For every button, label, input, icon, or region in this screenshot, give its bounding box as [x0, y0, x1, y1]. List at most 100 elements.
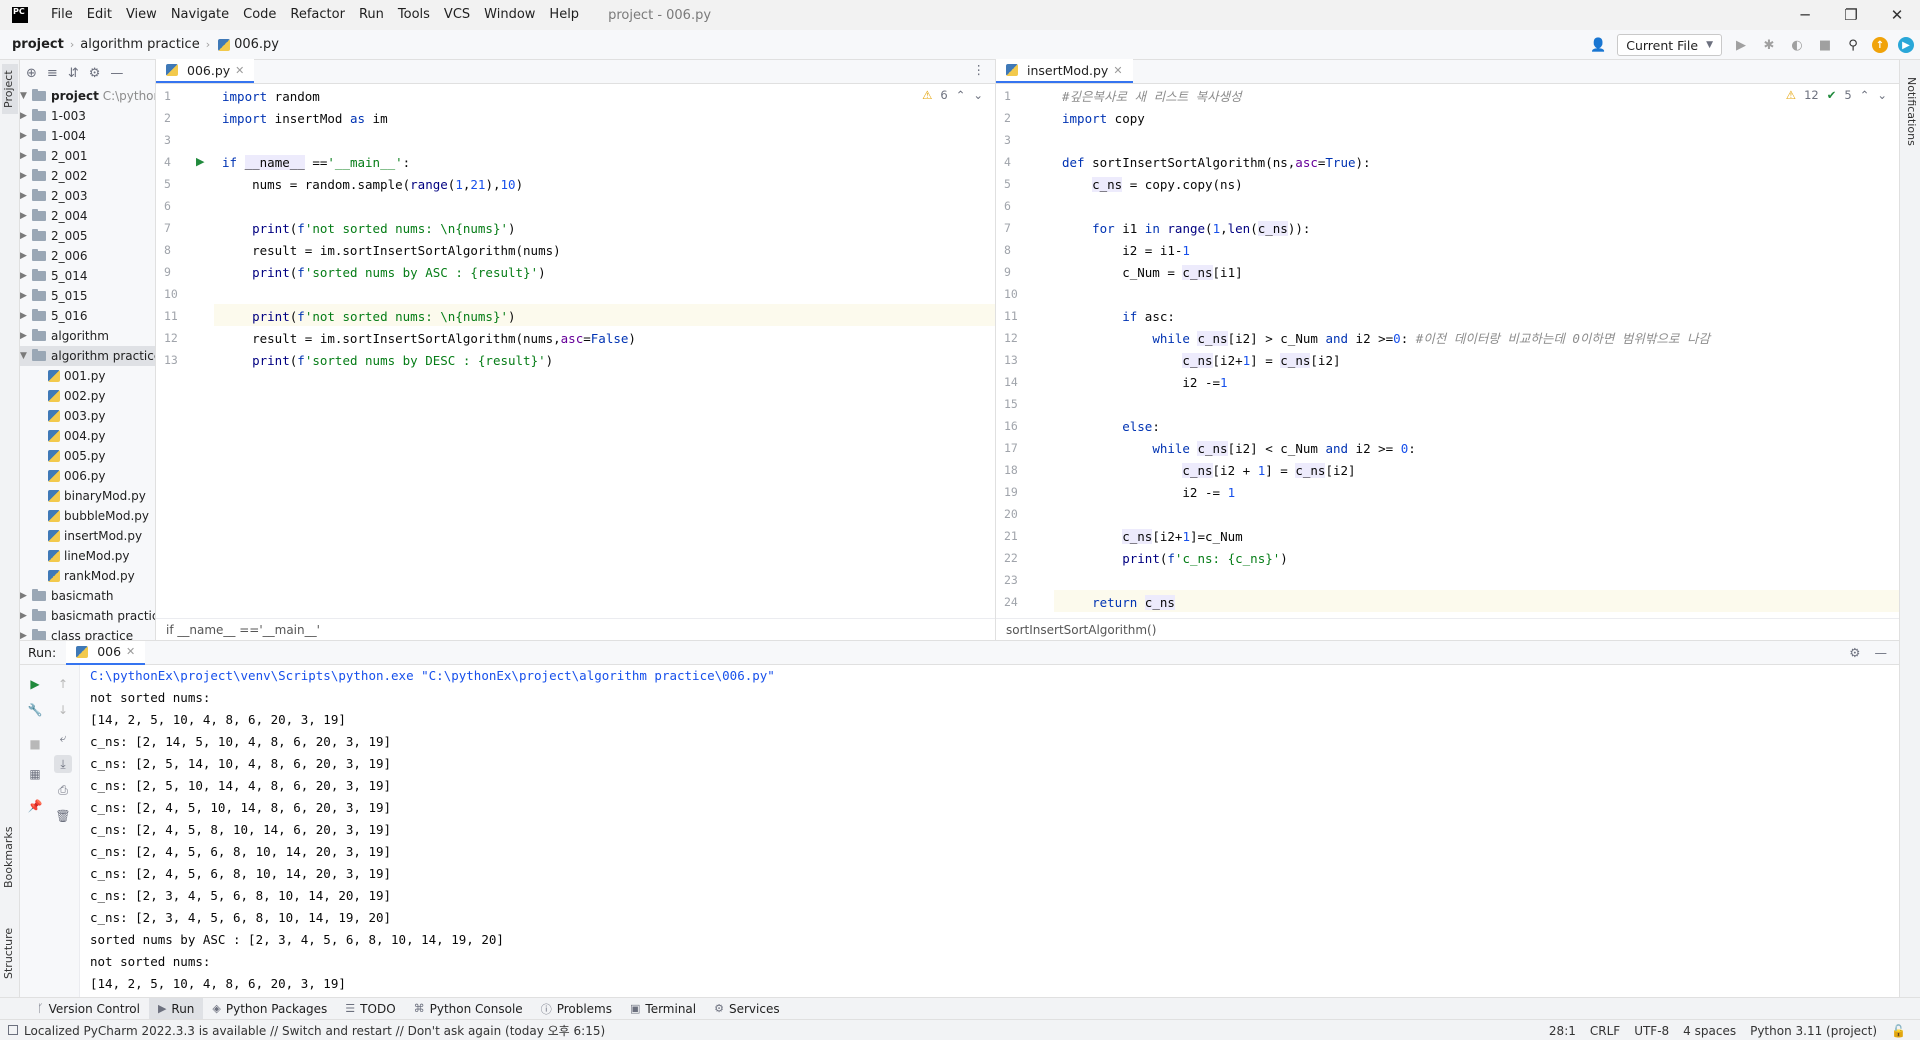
run-icon[interactable]: ▶	[1732, 36, 1750, 54]
tab-python-packages[interactable]: ◈ Python Packages	[203, 998, 336, 1020]
trash-icon[interactable]: 🗑	[54, 807, 72, 825]
code-line[interactable]: i2 = i1-1	[1062, 240, 1190, 262]
tab-services[interactable]: ⚙ Services	[705, 998, 788, 1020]
menu-navigate[interactable]: Navigate	[164, 0, 236, 30]
chevron-down-icon[interactable]: ⌄	[973, 88, 983, 102]
code-line[interactable]: while c_ns[i2] < c_Num and i2 >= 0:	[1062, 438, 1416, 460]
code-line[interactable]: import random	[222, 86, 320, 108]
chevron-up-icon[interactable]: ⌃	[1860, 88, 1870, 102]
tab-todo[interactable]: ☰ TODO	[336, 998, 404, 1020]
tree-file[interactable]: 001.py	[20, 366, 155, 386]
code-line[interactable]: print(f'sorted nums by ASC : {result}')	[222, 262, 546, 284]
editor-left-breadcrumb[interactable]: if __name__ =='__main__'	[156, 618, 995, 640]
print-icon[interactable]: ⎙	[54, 781, 72, 799]
code-line[interactable]: import insertMod as im	[222, 108, 388, 130]
tab-insertmod-py[interactable]: insertMod.py ✕	[996, 59, 1133, 83]
arrow-up-icon[interactable]: ↑	[54, 675, 72, 693]
code-line[interactable]: result = im.sortInsertSortAlgorithm(nums…	[222, 240, 561, 262]
chevron-up-icon[interactable]: ⌃	[956, 88, 966, 102]
code-line[interactable]: nums = random.sample(range(1,21),10)	[222, 174, 523, 196]
notifications-tool-tab[interactable]: Notifications	[1902, 68, 1918, 154]
python-interpreter[interactable]: Python 3.11 (project)	[1750, 1024, 1877, 1038]
tree-folder[interactable]: ▶ 5_016	[20, 306, 155, 326]
tree-file[interactable]: insertMod.py	[20, 526, 155, 546]
menu-view[interactable]: View	[119, 0, 164, 30]
tree-file[interactable]: lineMod.py	[20, 546, 155, 566]
collapse-all-icon[interactable]: ⇵	[68, 66, 79, 81]
tree-file[interactable]: 003.py	[20, 406, 155, 426]
bookmarks-tool-tab[interactable]: Bookmarks	[2, 824, 18, 890]
more-tabs-icon[interactable]: ⋮	[973, 59, 996, 83]
tab-terminal[interactable]: ▣ Terminal	[621, 998, 705, 1020]
menu-run[interactable]: Run	[352, 0, 391, 30]
menu-window[interactable]: Window	[477, 0, 542, 30]
breadcrumb-file[interactable]: 006.py	[234, 37, 279, 52]
tree-folder[interactable]: ▶ basicmath	[20, 586, 155, 606]
line-separator[interactable]: CRLF	[1590, 1024, 1620, 1038]
search-icon[interactable]: ⚲	[1844, 36, 1862, 54]
code-line[interactable]: print(f'not sorted nums: \n{nums}')	[222, 218, 515, 240]
code-line[interactable]: for i1 in range(1,len(c_ns)):	[1062, 218, 1310, 240]
tree-folder-open[interactable]: ▼ algorithm practice	[20, 346, 155, 366]
tree-folder[interactable]: ▶ 1-004	[20, 126, 155, 146]
close-button[interactable]: ✕	[1874, 0, 1920, 30]
tree-file[interactable]: 002.py	[20, 386, 155, 406]
lock-icon[interactable]: 🔓	[1891, 1024, 1906, 1038]
code-line[interactable]: print(f'sorted nums by DESC : {result}')	[222, 350, 553, 372]
chevron-down-icon[interactable]: ⌄	[1877, 88, 1887, 102]
debug-icon[interactable]: ✱	[1760, 36, 1778, 54]
tree-file[interactable]: 004.py	[20, 426, 155, 446]
locate-icon[interactable]: ⊕	[26, 66, 37, 81]
tree-root[interactable]: ▼ project C:\pythonEx	[20, 86, 155, 106]
editor-right-body[interactable]: ⚠ 12 ✔ 5 ⌃ ⌄ 1 #깊은복사로 새 리스트 복사생성 2 import c…	[996, 84, 1899, 618]
code-line[interactable]: if __name__ =='__main__':	[222, 152, 410, 174]
breadcrumb-folder[interactable]: algorithm practice	[74, 37, 199, 52]
tree-file[interactable]: 006.py	[20, 466, 155, 486]
rerun-icon[interactable]: ▶	[26, 675, 44, 693]
tab-006-py[interactable]: 006.py ✕	[156, 59, 255, 83]
hide-icon[interactable]: —	[110, 66, 123, 81]
run-configuration-select[interactable]: Current File ▼	[1617, 34, 1722, 56]
update-icon[interactable]: ↑	[1872, 37, 1888, 53]
pin-icon[interactable]: 📌	[26, 797, 44, 815]
menu-refactor[interactable]: Refactor	[283, 0, 352, 30]
pycharm-assistant-icon[interactable]: ▶	[1898, 37, 1914, 53]
structure-tool-tab[interactable]: Structure	[2, 920, 18, 986]
code-line[interactable]: return c_ns	[1062, 592, 1175, 614]
user-icon[interactable]: 👤	[1589, 36, 1607, 54]
code-line[interactable]: c_ns[i2+1] = c_ns[i2]	[1062, 350, 1341, 372]
tab-problems[interactable]: ⓘ Problems	[532, 998, 621, 1020]
run-console[interactable]: C:\pythonEx\project\venv\Scripts\python.…	[90, 665, 1879, 997]
inspection-widget[interactable]: ⚠ 12 ✔ 5 ⌃ ⌄	[1786, 88, 1887, 102]
tree-folder[interactable]: ▶ 5_015	[20, 286, 155, 306]
menu-file[interactable]: File	[44, 0, 80, 30]
tree-folder[interactable]: ▶ basicmath practice	[20, 606, 155, 626]
tree-folder[interactable]: ▶ 2_006	[20, 246, 155, 266]
tree-folder[interactable]: ▶ 2_002	[20, 166, 155, 186]
scroll-to-end-icon[interactable]: ⤓	[54, 755, 72, 773]
menu-help[interactable]: Help	[542, 0, 586, 30]
menu-code[interactable]: Code	[236, 0, 283, 30]
code-line[interactable]: else:	[1062, 416, 1160, 438]
run-gutter-icon[interactable]: ▶	[196, 155, 204, 168]
status-message[interactable]: Localized PyCharm 2022.3.3 is available …	[24, 1022, 605, 1039]
code-line[interactable]: result = im.sortInsertSortAlgorithm(nums…	[222, 328, 636, 350]
tree-folder[interactable]: ▶ 5_014	[20, 266, 155, 286]
code-line[interactable]: if asc:	[1062, 306, 1175, 328]
close-tab-icon[interactable]: ✕	[235, 64, 244, 77]
menu-edit[interactable]: Edit	[80, 0, 119, 30]
tree-folder[interactable]: ▶ algorithm	[20, 326, 155, 346]
close-tab-icon[interactable]: ✕	[126, 645, 135, 658]
arrow-down-icon[interactable]: ↓	[54, 701, 72, 719]
editor-right-breadcrumb[interactable]: sortInsertSortAlgorithm()	[996, 618, 1899, 640]
code-line[interactable]: c_ns = copy.copy(ns)	[1062, 174, 1243, 196]
wrench-icon[interactable]: 🔧	[26, 701, 44, 719]
menu-vcs[interactable]: VCS	[437, 0, 477, 30]
tree-folder[interactable]: ▶ 2_005	[20, 226, 155, 246]
code-line[interactable]: c_ns[i2 + 1] = c_ns[i2]	[1062, 460, 1356, 482]
breadcrumb-project[interactable]: project	[0, 37, 64, 52]
file-encoding[interactable]: UTF-8	[1634, 1024, 1669, 1038]
tab-python-console[interactable]: ⌘ Python Console	[405, 998, 532, 1020]
code-line[interactable]: i2 -=1	[1062, 372, 1227, 394]
gear-icon[interactable]: ⚙	[89, 66, 101, 81]
